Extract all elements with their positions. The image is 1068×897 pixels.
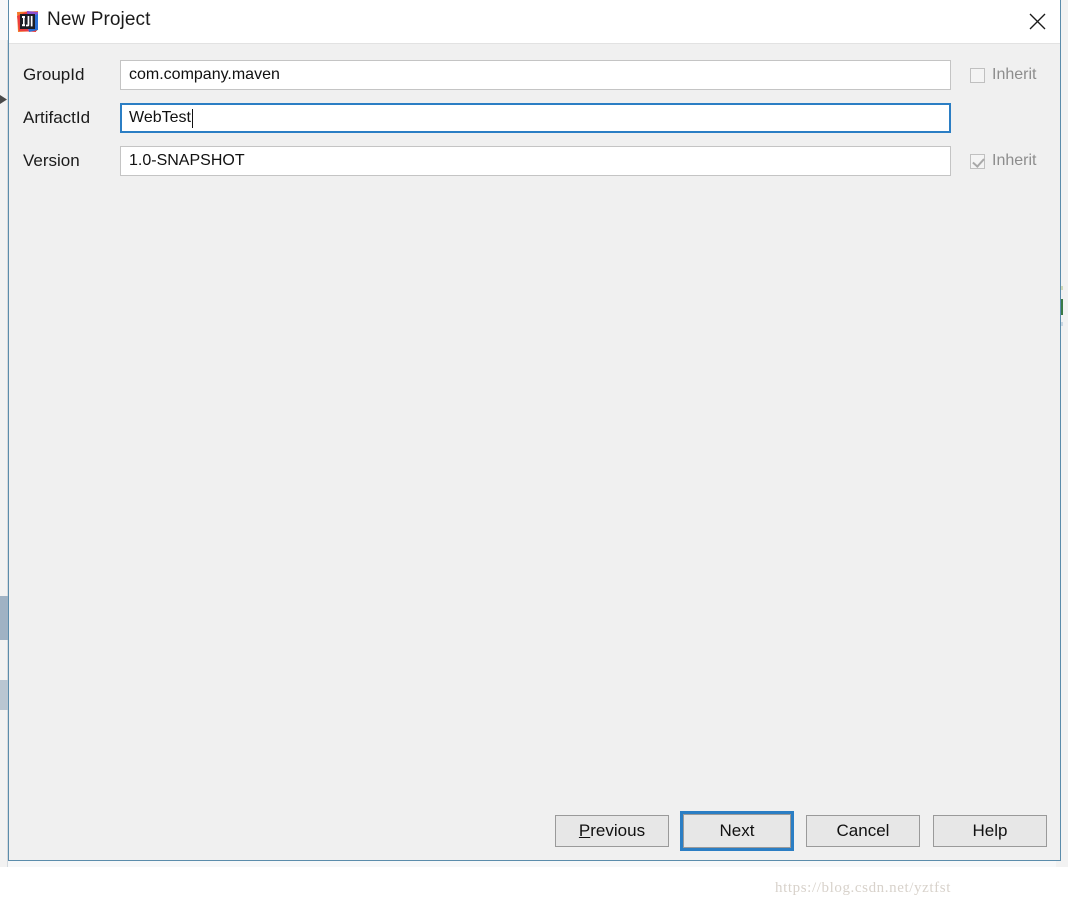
version-label: Version	[23, 151, 80, 170]
previous-button[interactable]: Previous	[555, 815, 669, 847]
help-button-label: Help	[972, 821, 1008, 840]
new-project-dialog: New Project GroupId com.company.maven In…	[8, 0, 1061, 896]
groupid-input[interactable]: com.company.maven	[120, 60, 951, 90]
previous-button-mnemonic: P	[578, 821, 591, 840]
artifactid-input[interactable]: WebTest	[120, 103, 951, 133]
groupid-value: com.company.maven	[129, 66, 280, 83]
groupid-inherit-checkbox[interactable]: Inherit	[970, 66, 1036, 84]
form-row-groupid: GroupId com.company.maven Inherit	[9, 60, 1060, 90]
version-value: 1.0-SNAPSHOT	[129, 152, 245, 169]
previous-button-label: revious	[590, 821, 646, 840]
checkbox-unchecked-icon	[970, 67, 985, 83]
cancel-button[interactable]: Cancel	[806, 815, 920, 847]
dialog-title: New Project	[47, 9, 151, 30]
checkbox-checked-icon	[970, 153, 985, 169]
form-row-artifactid: ArtifactId WebTest	[9, 103, 1060, 133]
version-inherit-label: Inherit	[992, 152, 1037, 169]
dialog-titlebar: New Project	[9, 0, 1060, 44]
artifactid-label: ArtifactId	[23, 108, 91, 127]
artifactid-value: WebTest	[129, 109, 191, 126]
groupid-label: GroupId	[23, 65, 85, 84]
next-button-mnemonic: N	[719, 821, 732, 840]
next-button[interactable]: Next	[680, 811, 794, 851]
text-caret	[191, 108, 193, 128]
watermark-text: https://blog.csdn.net/yztfst	[775, 880, 951, 896]
dialog-content: GroupId com.company.maven Inherit Artifa…	[9, 44, 1060, 896]
close-icon[interactable]	[1014, 0, 1060, 43]
version-inherit-checkbox[interactable]: Inherit	[970, 152, 1036, 170]
dialog-button-bar: Previous Next Cancel Help	[9, 811, 1060, 851]
groupid-inherit-label: Inherit	[992, 66, 1037, 83]
intellij-idea-logo-icon	[16, 10, 39, 33]
background-gutter-band	[0, 680, 8, 710]
form-row-version: Version 1.0-SNAPSHOT Inherit	[9, 146, 1060, 176]
help-button[interactable]: Help	[933, 815, 1047, 847]
next-button-label: ext	[731, 821, 755, 840]
next-button-inner: Next	[683, 814, 791, 848]
background-gutter-band	[0, 596, 8, 640]
version-input[interactable]: 1.0-SNAPSHOT	[120, 146, 951, 176]
background-left-gutter	[0, 40, 8, 867]
cancel-button-label: Cancel	[836, 821, 890, 840]
